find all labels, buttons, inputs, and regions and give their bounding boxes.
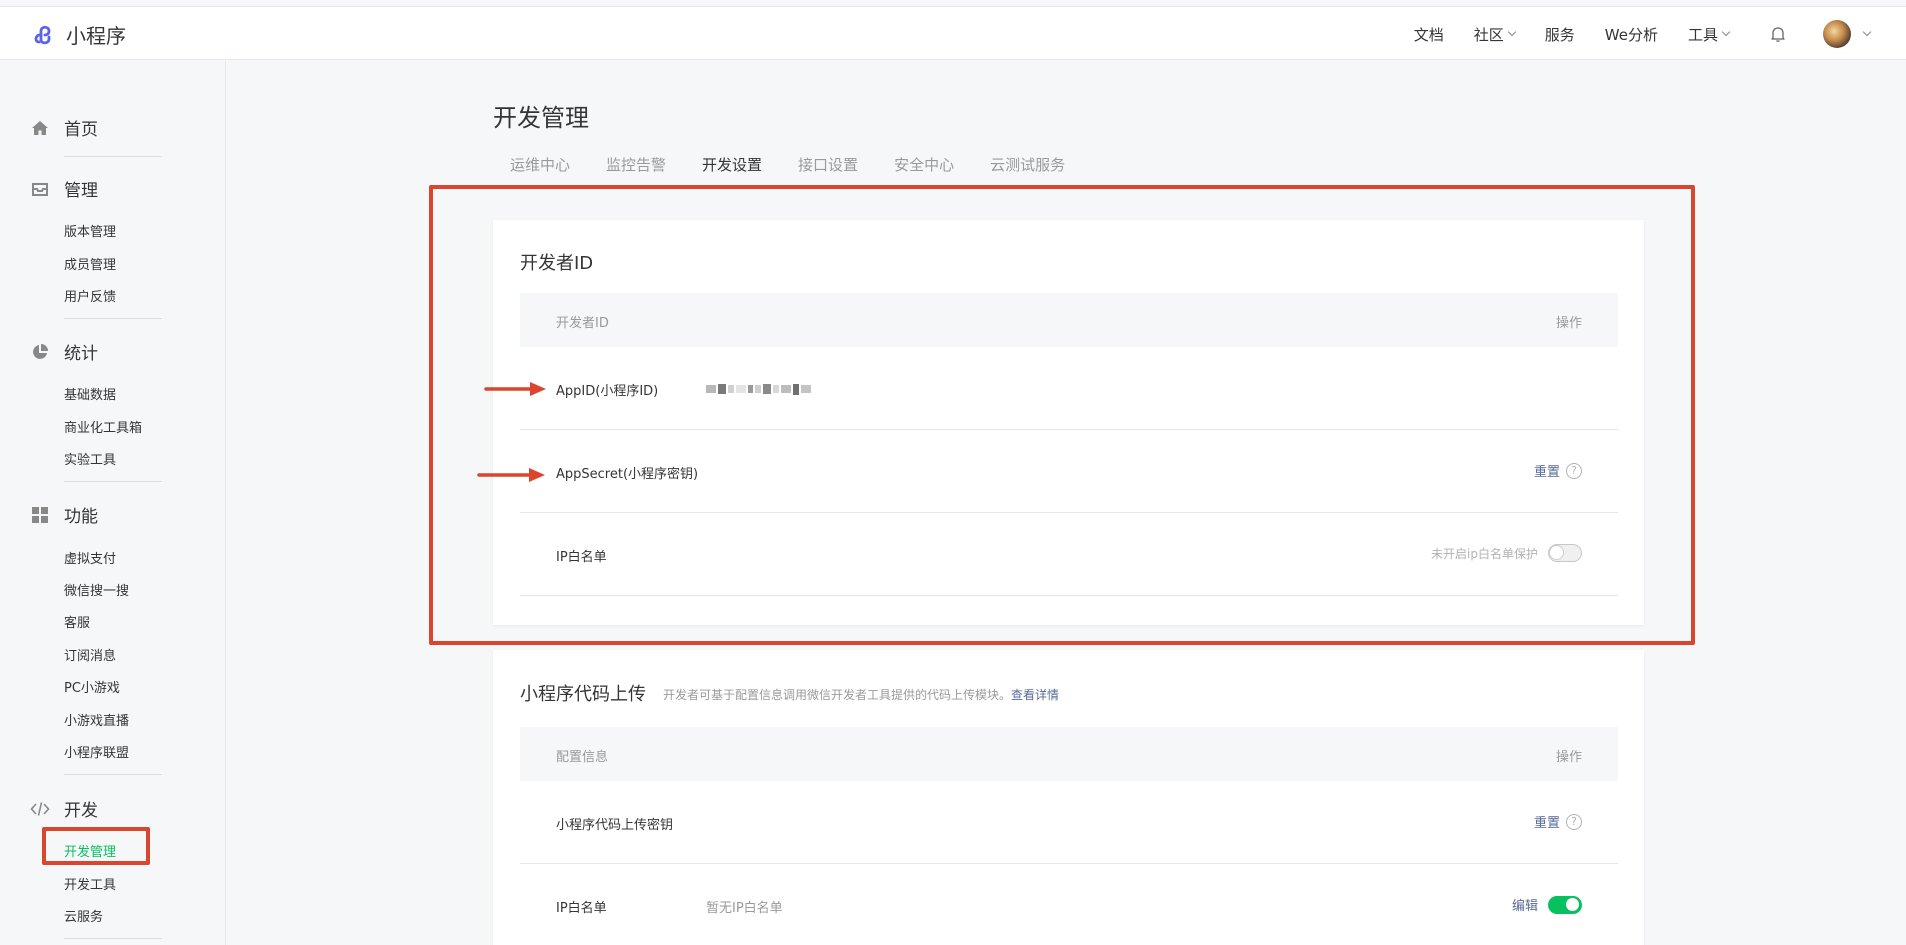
chevron-down-icon	[1507, 27, 1517, 37]
sidebar-section-features: 功能	[30, 502, 98, 527]
tab-security-center[interactable]: 安全中心	[894, 154, 954, 175]
sidebar-item-customer-service[interactable]: 客服	[64, 612, 90, 631]
annotation-arrow-icon	[477, 468, 545, 482]
tab-monitoring-alerts[interactable]: 监控告警	[606, 154, 666, 175]
nav-we-analytics[interactable]: We分析	[1605, 24, 1658, 45]
top-nav: 文档 社区 服务 We分析 工具	[1414, 7, 1906, 61]
sidebar-section-manage: 管理	[30, 176, 98, 201]
edit-ip-whitelist-link[interactable]: 编辑	[1512, 895, 1538, 914]
nav-services-label: 服务	[1544, 25, 1575, 44]
sidebar-item-experiment-tools[interactable]: 实验工具	[64, 449, 116, 468]
column-header-action: 操作	[1555, 750, 1582, 765]
tab-bar: 运维中心 监控告警 开发设置 接口设置 安全中心 云测试服务	[510, 154, 1101, 175]
avatar[interactable]	[1823, 20, 1851, 48]
tab-api-settings[interactable]: 接口设置	[798, 154, 858, 175]
bell-icon[interactable]	[1769, 25, 1787, 43]
tab-cloud-test[interactable]: 云测试服务	[990, 154, 1065, 175]
upload-ip-whitelist-toggle[interactable]	[1548, 895, 1582, 914]
inbox-icon	[30, 179, 50, 199]
grid-icon	[30, 505, 50, 525]
code-icon	[30, 799, 50, 819]
sidebar-item-pc-minigame[interactable]: PC小游戏	[64, 677, 120, 696]
nav-tools[interactable]: 工具	[1687, 24, 1731, 45]
help-icon[interactable]: ?	[1566, 813, 1582, 830]
sidebar-section-manage-label: 管理	[64, 181, 98, 201]
nav-docs[interactable]: 文档	[1414, 24, 1444, 45]
upload-ip-whitelist-row: IP白名单 暂无IP白名单 编辑	[520, 864, 1618, 945]
annotation-highlight-box	[429, 185, 1695, 645]
nav-community[interactable]: 社区	[1473, 24, 1517, 45]
chevron-down-icon	[1721, 27, 1731, 37]
sidebar-item-version-manage[interactable]: 版本管理	[64, 221, 116, 240]
pie-chart-icon	[30, 342, 50, 362]
sidebar-item-member-manage[interactable]: 成员管理	[64, 254, 116, 273]
app-name: 小程序	[66, 24, 126, 48]
nav-docs-label: 文档	[1413, 25, 1444, 44]
sidebar-section-stats-label: 统计	[64, 344, 98, 364]
sidebar-item-virtual-payment[interactable]: 虚拟支付	[64, 548, 116, 567]
upload-ip-whitelist-label: IP白名单	[556, 901, 607, 916]
tab-dev-settings[interactable]: 开发设置	[702, 154, 762, 175]
divider	[64, 481, 162, 482]
sidebar-item-miniprogram-alliance[interactable]: 小程序联盟	[64, 742, 129, 761]
sidebar-section-stats: 统计	[30, 339, 98, 364]
divider	[64, 156, 162, 157]
sidebar-section-dev: 开发	[30, 796, 98, 821]
nav-tools-label: 工具	[1687, 25, 1718, 44]
reset-upload-key-link[interactable]: 重置	[1534, 812, 1560, 831]
sidebar: 首页 管理 版本管理 成员管理 用户反馈 统计 基础数据 商业化工具箱 实验工具…	[0, 61, 226, 945]
code-upload-table-header: 配置信息 操作	[520, 727, 1618, 781]
sidebar-item-home[interactable]: 首页	[30, 115, 98, 140]
divider	[64, 318, 162, 319]
home-icon	[30, 118, 50, 138]
sidebar-item-wechat-search[interactable]: 微信搜一搜	[64, 580, 129, 599]
sidebar-item-dev-tools[interactable]: 开发工具	[64, 874, 116, 893]
page-title: 开发管理	[493, 104, 589, 132]
sidebar-item-home-label: 首页	[64, 120, 98, 140]
sidebar-item-subscribe-message[interactable]: 订阅消息	[64, 645, 116, 664]
column-header-config-info: 配置信息	[556, 750, 609, 765]
upload-ip-whitelist-value: 暂无IP白名单	[706, 901, 783, 916]
divider	[64, 938, 162, 939]
chevron-down-icon[interactable]	[1862, 27, 1872, 37]
code-upload-title: 小程序代码上传	[520, 684, 646, 705]
annotation-arrow-icon	[484, 382, 546, 396]
upload-ip-whitelist-actions: 编辑	[1512, 895, 1582, 914]
app-logo[interactable]: 小程序	[32, 20, 126, 49]
sidebar-section-features-label: 功能	[64, 507, 98, 527]
code-upload-description: 开发者可基于配置信息调用微信开发者工具提供的代码上传模块。查看详情	[663, 686, 1059, 703]
divider	[64, 774, 162, 775]
nav-community-label: 社区	[1473, 25, 1504, 44]
sidebar-item-basic-data[interactable]: 基础数据	[64, 384, 116, 403]
sidebar-item-commerce-toolbox[interactable]: 商业化工具箱	[64, 417, 142, 436]
nav-services[interactable]: 服务	[1545, 24, 1575, 45]
tab-ops-center[interactable]: 运维中心	[510, 154, 570, 175]
top-bar: 小程序 文档 社区 服务 We分析 工具	[0, 6, 1906, 60]
sidebar-item-user-feedback[interactable]: 用户反馈	[64, 286, 116, 305]
upload-key-row: 小程序代码上传密钥 重置 ?	[520, 781, 1618, 864]
nav-we-analytics-label: We分析	[1604, 25, 1658, 44]
code-upload-description-text: 开发者可基于配置信息调用微信开发者工具提供的代码上传模块。	[663, 688, 1012, 702]
code-upload-card: 小程序代码上传 开发者可基于配置信息调用微信开发者工具提供的代码上传模块。查看详…	[493, 650, 1644, 945]
view-details-link[interactable]: 查看详情	[1011, 688, 1059, 702]
upload-key-actions: 重置 ?	[1534, 812, 1582, 831]
sidebar-item-cloud-service[interactable]: 云服务	[64, 906, 103, 925]
sidebar-item-minigame-live[interactable]: 小游戏直播	[64, 710, 129, 729]
mini-program-logo-icon	[34, 25, 51, 44]
annotation-highlight-box	[42, 827, 150, 865]
upload-key-label: 小程序代码上传密钥	[556, 818, 674, 833]
sidebar-section-dev-label: 开发	[64, 801, 98, 821]
